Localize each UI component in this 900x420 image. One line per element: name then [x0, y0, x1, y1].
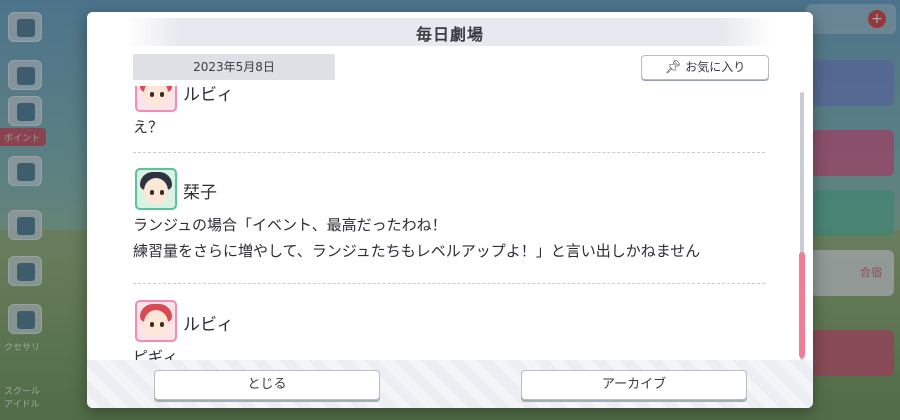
speaker-name: 栞子 [183, 183, 217, 203]
pin-icon: 📌︎ [664, 60, 682, 75]
dialogue-line: 練習量をさらに増やして、ランジュたちもレベルアップよ！」と言い出しかねません [133, 242, 701, 260]
close-button[interactable]: とじる [154, 370, 380, 400]
favorite-button[interactable]: 📌︎ お気に入り [641, 55, 769, 80]
speaker-avatar [135, 300, 177, 342]
archive-button[interactable]: アーカイブ [521, 370, 747, 400]
speaker-row: ルビィ [133, 86, 765, 114]
daily-theater-dialog: 毎日劇場 2023年5月8日 📌︎ お気に入り ルビィ え？ 栞子 ランジュの場… [87, 12, 813, 408]
speaker-name: ルビィ [183, 315, 234, 335]
conversation-entry: 栞子 ランジュの場合「イベント、最高だったわね！ 練習量をさらに増やして、ランジ… [133, 168, 765, 264]
scrollbar-thumb[interactable] [799, 252, 805, 358]
dialogue-line: え？ [133, 118, 164, 136]
date-tab: 2023年5月8日 [133, 54, 335, 80]
dialog-header: 毎日劇場 [87, 12, 813, 52]
speaker-name: ルビィ [183, 86, 234, 105]
entry-divider [133, 283, 765, 284]
speaker-avatar [135, 86, 177, 112]
conversation-entry: ルビィ ピギィ…… [133, 300, 765, 364]
conversation-scroll-area[interactable]: ルビィ え？ 栞子 ランジュの場合「イベント、最高だったわね！ 練習量をさらに増… [87, 86, 795, 364]
conversation-entry: ルビィ え？ [133, 86, 765, 140]
speaker-row: 栞子 [133, 168, 765, 212]
speaker-avatar [135, 168, 177, 210]
favorite-label: お気に入り [685, 60, 746, 74]
speaker-row: ルビィ [133, 300, 765, 344]
dialog-title: 毎日劇場 [415, 25, 484, 44]
entry-divider [133, 152, 765, 153]
dialogue-line: ランジュの場合「イベント、最高だったわね！ [133, 216, 447, 234]
